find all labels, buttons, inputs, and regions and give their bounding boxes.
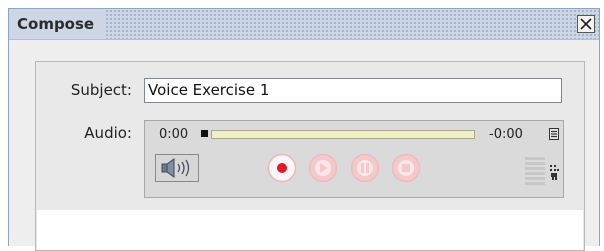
stop-icon [402,164,410,172]
record-button[interactable] [267,153,297,183]
audio-label: Audio: [84,124,132,142]
speaker-icon [161,158,190,178]
play-button[interactable] [308,153,338,183]
stop-button[interactable] [391,153,421,183]
compose-window: Compose Subject: Voice Exercise 1 Audio:… [8,8,600,251]
close-button[interactable] [577,15,595,33]
drag-handle-icon[interactable] [548,163,560,181]
subject-label: Subject: [70,81,132,99]
progress-bar[interactable] [211,130,475,139]
volume-button[interactable] [155,154,199,182]
audio-recorder: 0:00 -0:00 [144,120,564,198]
playhead[interactable] [201,130,208,137]
compose-panel: Subject: Voice Exercise 1 Audio: 0:00 -0… [35,61,585,251]
close-icon [580,18,592,30]
title-bar[interactable]: Compose [9,9,599,40]
pause-button[interactable] [350,153,380,183]
level-meter-icon [525,157,545,185]
record-icon [277,163,287,173]
subject-input[interactable]: Voice Exercise 1 [144,78,562,103]
elapsed-time: 0:00 [159,127,189,142]
remaining-time: -0:00 [489,127,523,142]
message-body-area[interactable] [37,210,583,250]
window-title: Compose [9,9,105,39]
menu-icon[interactable] [549,128,559,140]
